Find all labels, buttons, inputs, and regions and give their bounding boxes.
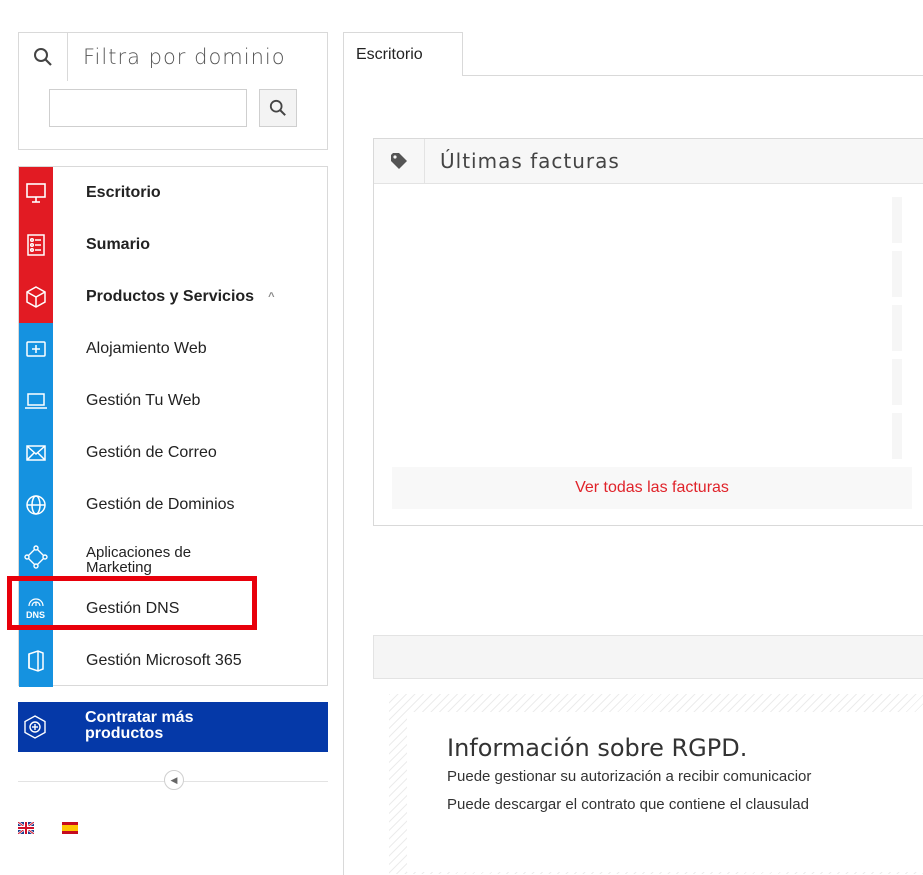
- sidebar-item-label: Gestión Microsoft 365: [86, 652, 242, 669]
- cube-icon: [19, 271, 53, 323]
- sidebar-item-label: Alojamiento Web: [86, 340, 207, 357]
- sidebar-item-label: Gestión de Correo: [86, 444, 217, 461]
- add-product-icon: [18, 702, 52, 752]
- sidebar-item-sumario[interactable]: Sumario: [19, 219, 327, 271]
- globe-icon: [19, 479, 53, 531]
- sidebar-item-microsoft-365[interactable]: Gestión Microsoft 365: [19, 635, 327, 687]
- sidebar-item-label: Gestión de Dominios: [86, 496, 235, 513]
- rgpd-title: Información sobre RGPD.: [447, 734, 748, 762]
- sidebar-item-gestion-dominios[interactable]: Gestión de Dominios: [19, 479, 327, 531]
- laptop-icon: [19, 375, 53, 427]
- search-icon: [269, 99, 286, 116]
- invoices-title: Últimas facturas: [440, 149, 620, 173]
- sidebar-item-label: Gestión Tu Web: [86, 392, 201, 409]
- sidebar-item-escritorio[interactable]: Escritorio: [19, 167, 327, 219]
- sidebar-item-label: Sumario: [86, 236, 151, 253]
- invoice-row-placeholder: [892, 359, 902, 405]
- envelope-icon: [19, 427, 53, 479]
- invoice-row-placeholder: [892, 305, 902, 351]
- invoices-card-header: Últimas facturas: [374, 139, 923, 184]
- sidebar-item-gestion-correo[interactable]: Gestión de Correo: [19, 427, 327, 479]
- monitor-icon: [19, 167, 53, 219]
- plus-box-icon: [19, 323, 53, 375]
- contract-more-products-button[interactable]: Contratar más productos: [18, 702, 328, 752]
- collapse-sidebar-button[interactable]: ◀: [164, 770, 184, 790]
- tab-escritorio[interactable]: Escritorio: [343, 32, 463, 76]
- sidebar-item-label: Aplicaciones de Marketing: [86, 544, 192, 576]
- rgpd-text-line: Puede descargar el contrato que contiene…: [447, 796, 809, 813]
- invoices-card: Últimas facturas Ver todas las facturas: [373, 138, 923, 526]
- uk-flag-icon[interactable]: [17, 821, 35, 835]
- domain-search-button[interactable]: [259, 89, 297, 127]
- office-icon: [19, 635, 53, 687]
- sidebar-item-alojamiento-web[interactable]: Alojamiento Web: [19, 323, 327, 375]
- invoice-row-placeholder: [892, 251, 902, 297]
- chevron-left-icon: ◀: [170, 774, 178, 785]
- sidebar-nav: Escritorio Sumario Productos y Servicios…: [18, 166, 328, 687]
- dns-icon: DNS: [19, 583, 53, 635]
- sidebar-item-label: Productos y Servicios ^: [86, 271, 275, 323]
- chevron-up-icon[interactable]: ^: [268, 291, 274, 303]
- list-icon: [19, 219, 53, 271]
- sidebar-item-label-text: Productos y Servicios: [86, 288, 255, 305]
- domain-filter-header: Filtra por dominio: [19, 33, 327, 81]
- sidebar-item-productos[interactable]: Productos y Servicios ^: [19, 271, 327, 323]
- domain-search-input[interactable]: [49, 89, 247, 127]
- svg-text:DNS: DNS: [26, 610, 45, 620]
- view-all-invoices-link[interactable]: Ver todas las facturas: [392, 467, 912, 509]
- domain-filter-box: Filtra por dominio: [18, 32, 328, 150]
- spain-flag-icon[interactable]: [62, 821, 78, 834]
- sidebar-item-label: Gestión DNS: [86, 600, 180, 617]
- network-icon: [19, 531, 53, 583]
- sidebar-item-label: Escritorio: [86, 184, 161, 201]
- invoice-row-placeholder: [892, 413, 902, 459]
- sidebar-item-gestion-dns[interactable]: DNS Gestión DNS: [19, 583, 327, 635]
- rgpd-text-line: Puede gestionar su autorización a recibi…: [447, 768, 812, 785]
- tag-icon: [374, 139, 425, 183]
- invoice-row-placeholder: [892, 197, 902, 243]
- contract-more-products-label: Contratar más productos: [85, 709, 194, 742]
- sidebar-item-aplicaciones-marketing[interactable]: Aplicaciones de Marketing: [19, 531, 327, 583]
- sidebar-item-gestion-tu-web[interactable]: Gestión Tu Web: [19, 375, 327, 427]
- search-icon: [19, 33, 68, 81]
- rgpd-card-header: [373, 635, 923, 679]
- domain-filter-title: Filtra por dominio: [83, 45, 286, 69]
